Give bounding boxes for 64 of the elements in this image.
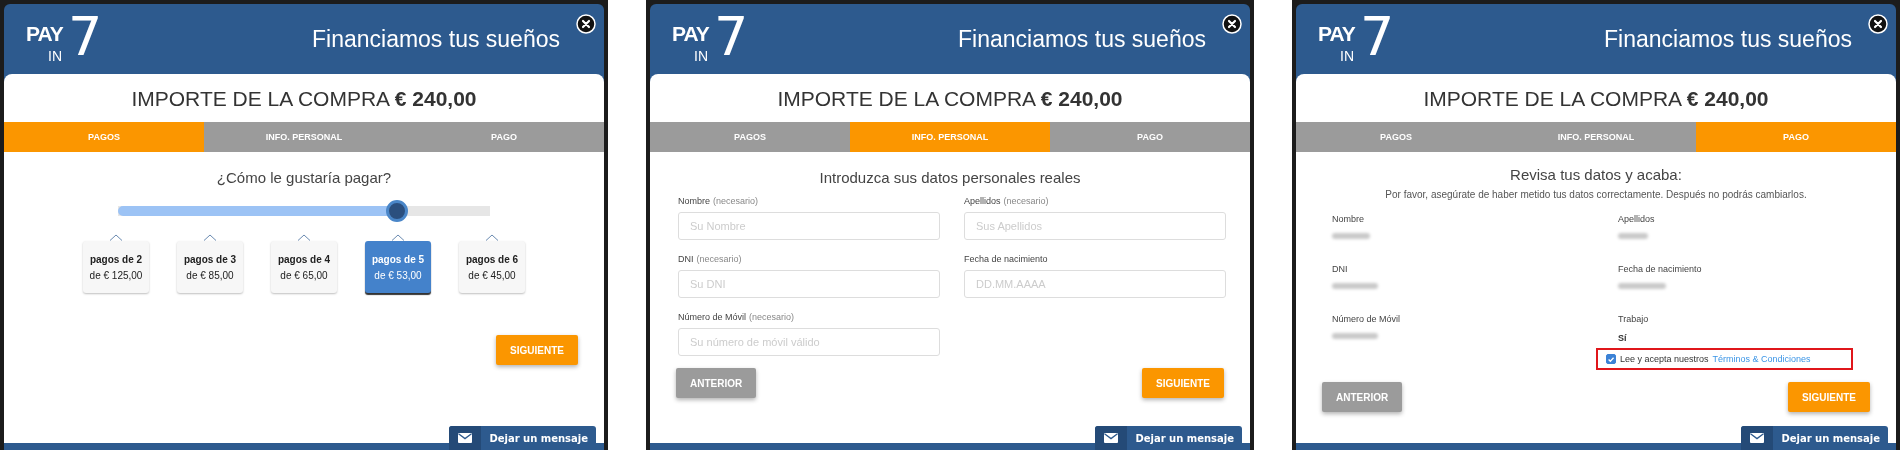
caret-icon [485,234,499,241]
blurred-value [1332,333,1378,339]
step-button[interactable]: ANTERIOR [676,368,757,398]
caret-icon [109,234,123,241]
field-label: Apellidos (necesario) [964,196,1050,206]
caret-icon [297,234,311,241]
step-tab[interactable]: PAGO [404,122,604,152]
step-tab[interactable]: PAGOS [1296,122,1496,152]
message-button[interactable]: Dejar un mensaje [1095,426,1242,450]
step-button[interactable]: ANTERIOR [1322,382,1403,412]
field-label: Número de Móvil (necesario) [678,312,796,322]
installment-option[interactable]: pagos de 5 de € 53,00 [365,241,431,293]
installment-option[interactable]: pagos de 2 de € 125,00 [83,241,149,293]
close-icon[interactable] [576,14,596,34]
installment-option[interactable]: pagos de 4 de € 65,00 [271,241,337,293]
field-value: Sí [1618,333,1628,343]
close-icon[interactable] [1222,14,1242,34]
step-tab[interactable]: PAGOS [4,122,204,152]
envelope-icon [1104,433,1119,443]
field-label: Fecha de nacimiento [1618,264,1703,274]
header-title: Financiamos tus sueños [958,25,1206,53]
envelope-icon [1750,433,1765,443]
message-button[interactable]: Dejar un mensaje [1741,426,1888,450]
caret-icon [391,234,405,241]
step-button[interactable]: SIGUIENTE [1142,368,1224,398]
step-tab[interactable]: INFO. PERSONAL [850,122,1050,152]
terms-text: Lee y acepta nuestros [1620,354,1709,364]
installment-option[interactable]: pagos de 3 de € 85,00 [177,241,243,293]
field-label: Trabajo [1618,314,1650,324]
blurred-value [1618,233,1648,239]
form-heading: Introduzca sus datos personales reales [818,169,1082,186]
field-label: DNI (necesario) [678,254,743,264]
field-label: Nombre [1332,214,1365,224]
close-icon[interactable] [1868,14,1888,34]
envelope-icon [458,433,473,443]
installment-option[interactable]: pagos de 6 de € 45,00 [459,241,525,293]
checkbox[interactable] [1606,354,1616,364]
field-label: Nombre (necesario) [678,196,760,206]
step-tab[interactable]: PAGO [1050,122,1250,152]
purchase-amount: IMPORTE DE LA COMPRA € 240,00 [776,86,1124,112]
step-button[interactable]: SIGUIENTE [1788,382,1870,412]
blurred-value [1332,283,1378,289]
blurred-value [1332,233,1370,239]
question-heading: ¿Cómo le gustaría pagar? [215,169,393,186]
blurred-value [1618,283,1666,289]
field-label: DNI [1332,264,1349,274]
field-label: Número de Móvil [1332,314,1402,324]
terms-link[interactable]: Términos & Condiciones [1712,354,1811,364]
header-title: Financiamos tus sueños [312,25,560,53]
purchase-amount: IMPORTE DE LA COMPRA € 240,00 [1422,86,1770,112]
slider-thumb[interactable] [386,200,408,222]
step-tab[interactable]: INFO. PERSONAL [1496,122,1696,152]
message-button[interactable]: Dejar un mensaje [449,426,596,450]
review-note: Por favor, asegúrate de haber metido tus datos correctamente. Después no podrás cambiarlos. [1384,189,1808,200]
step-tab[interactable]: INFO. PERSONAL [204,122,404,152]
header-title: Financiamos tus sueños [1604,25,1852,53]
step-tab[interactable]: PAGO [1696,122,1896,152]
field-label: Apellidos [1618,214,1656,224]
review-heading: Revisa tus datos y acaba: [1509,166,1683,183]
field-label: Fecha de nacimiento [964,254,1049,264]
step-button[interactable]: SIGUIENTE [496,335,578,365]
step-tab[interactable]: PAGOS [650,122,850,152]
caret-icon [203,234,217,241]
purchase-amount: IMPORTE DE LA COMPRA € 240,00 [130,86,478,112]
